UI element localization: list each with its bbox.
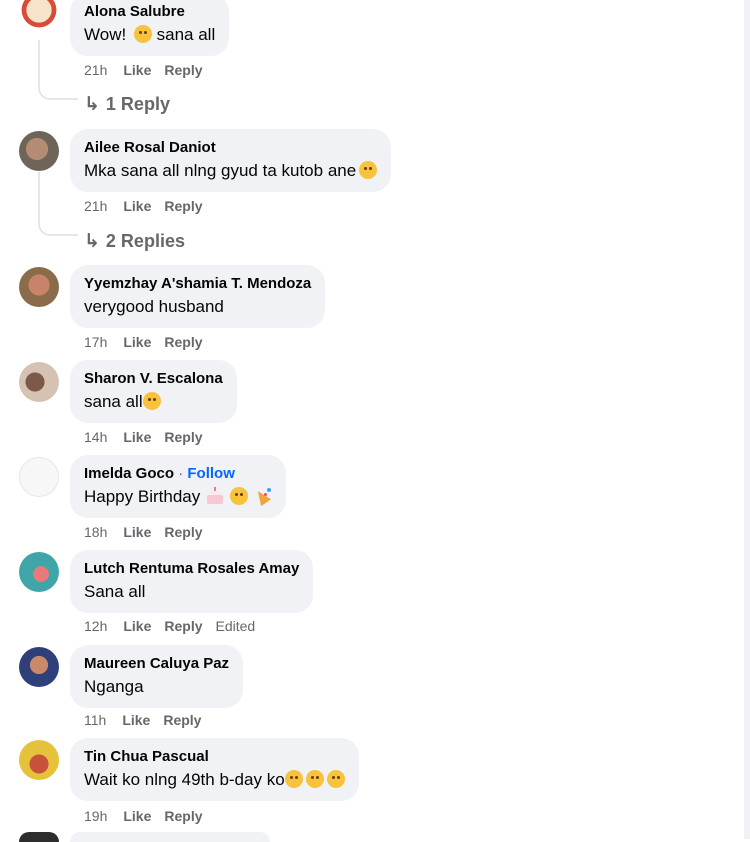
reply-arrow-icon: ↳ [84,231,100,252]
winking-kiss-emoji-icon [284,770,303,788]
reply-button[interactable]: Reply [164,429,202,445]
comment-time[interactable]: 11h [84,712,106,728]
comment-text: Wait ko nlng 49th b-day ko [84,768,345,791]
comment-author[interactable]: Alona Salubre [84,2,215,21]
partying-face-emoji-icon [230,487,249,505]
reply-button[interactable]: Reply [164,198,202,214]
like-button[interactable]: Like [123,334,151,350]
reply-button[interactable]: Reply [164,618,202,634]
comment-actions: 21h Like Reply [84,62,216,78]
comment-time[interactable]: 14h [84,429,107,445]
reply-arrow-icon: ↳ [84,94,100,115]
comment-actions: 12h Like Reply Edited [84,618,268,634]
comment-time[interactable]: 12h [84,618,107,634]
comment-text: Nganga [84,677,144,696]
avatar[interactable] [19,740,59,780]
comment-bubble: Tin Chua Pascual Wait ko nlng 49th b-day… [70,738,359,801]
like-button[interactable]: Like [123,198,151,214]
comment-actions: 18h Like Reply [84,524,216,540]
avatar[interactable] [19,267,59,307]
like-button[interactable]: Like [123,524,151,540]
avatar[interactable] [19,832,59,842]
birthday-cake-emoji-icon [206,487,224,505]
thread-line [38,172,40,222]
grinning-face-emoji-icon [305,770,324,788]
comment-actions: 11h Like Reply [84,712,214,728]
like-button[interactable]: Like [123,618,151,634]
avatar[interactable] [19,457,59,497]
thread-connector [38,222,78,236]
avatar[interactable] [19,362,59,402]
comment-bubble: Lutch Rentuma Rosales Amay Sana all [70,550,314,613]
avatar[interactable] [19,552,59,592]
comment-text: Sana all [84,582,146,601]
comment-bubble: Ailee Rosal Daniot Mka sana all nlng gyu… [70,129,392,192]
comment-author: Imelda Goco · Follow [84,465,235,482]
view-replies-link[interactable]: ↳ 1 Reply [84,93,170,116]
comment-text: sana all [84,390,223,413]
comment-bubble: Imelda Goco · Follow Happy Birthday [70,455,287,518]
comment-text: Wow! sana all [84,25,216,44]
comment-text: Happy Birthday [84,485,272,508]
scrollbar[interactable] [744,0,750,839]
comment-bubble [70,832,270,842]
comment-author[interactable]: Sharon V. Escalona [84,369,223,388]
reply-button[interactable]: Reply [164,62,202,78]
party-popper-emoji-icon [253,487,272,507]
comment-bubble: Sharon V. Escalona sana all [70,360,237,423]
avatar[interactable] [19,647,59,687]
edited-label: Edited [215,618,256,634]
comment-time[interactable]: 21h [84,198,107,214]
comment-time[interactable]: 17h [84,334,107,350]
grinning-face-emoji-icon [326,770,345,788]
comment-time[interactable]: 21h [84,62,107,78]
smiling-hearts-emoji-icon [142,392,161,410]
avatar[interactable] [19,0,59,34]
comment-bubble: Yyemzhay A'shamia T. Mendoza verygood hu… [70,265,326,328]
like-button[interactable]: Like [123,429,151,445]
like-button[interactable]: Like [123,62,151,78]
thread-line [38,40,40,86]
comment-author[interactable]: Maureen Caluya Paz [84,654,229,673]
comment-text: Mka sana all nlng gyud ta kutob ane [84,159,378,182]
view-replies-link[interactable]: ↳ 2 Replies [84,230,185,253]
comment-actions: 17h Like Reply [84,334,216,350]
comment-actions: 19h Like Reply [84,808,216,824]
comment-bubble: Maureen Caluya Paz Nganga [70,645,244,708]
comment-time[interactable]: 18h [84,524,107,540]
comment-author[interactable]: Yyemzhay A'shamia T. Mendoza [84,274,311,293]
comment-actions: 21h Like Reply [84,198,216,214]
rolling-laughing-emoji-icon [359,161,378,179]
comment-time[interactable]: 19h [84,808,107,824]
avatar[interactable] [19,131,59,171]
thread-connector [38,86,78,100]
comment-author[interactable]: Lutch Rentuma Rosales Amay [84,559,299,578]
smiling-face-emoji-icon [133,25,152,43]
like-button[interactable]: Like [122,712,150,728]
comment-text: verygood husband [84,297,224,316]
like-button[interactable]: Like [123,808,151,824]
reply-button[interactable]: Reply [164,808,202,824]
comment-bubble: Alona Salubre Wow! sana all [70,0,230,56]
comment-author[interactable]: Tin Chua Pascual [84,747,345,766]
comment-actions: 14h Like Reply [84,429,216,445]
reply-button[interactable]: Reply [163,712,201,728]
follow-button[interactable]: Follow [187,465,235,482]
reply-button[interactable]: Reply [164,524,202,540]
reply-button[interactable]: Reply [164,334,202,350]
comment-author[interactable]: Ailee Rosal Daniot [84,138,377,157]
